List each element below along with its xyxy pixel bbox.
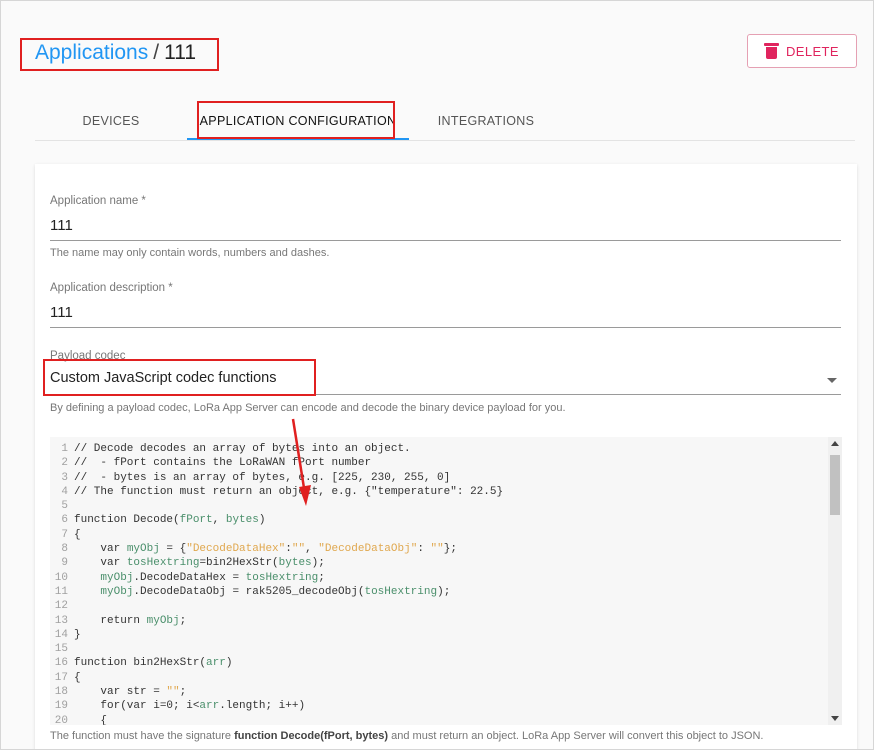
red-arrow-annotation — [291, 418, 311, 506]
app-frame: Applications/111 DELETE DEVICES APPLICAT… — [0, 0, 874, 750]
